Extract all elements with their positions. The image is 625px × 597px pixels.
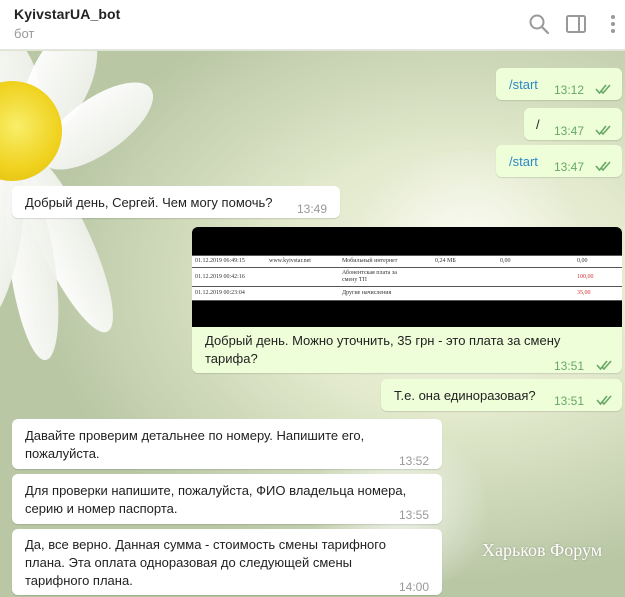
incoming-message[interactable]: Давайте проверим детальнее по номеру. На… [12, 419, 442, 469]
message-text: Добрый день, Сергей. Чем могу помочь? [25, 195, 273, 210]
message-time: 13:55 [399, 508, 430, 522]
message-time: 13:47 [554, 160, 585, 174]
outgoing-message[interactable]: Добрый день. Можно уточнить, 35 грн - эт… [192, 327, 622, 373]
message-time: 13:12 [554, 83, 585, 97]
chat-title[interactable]: KyivstarUA_bot [14, 6, 120, 22]
message-text: тарифа? [205, 351, 258, 366]
message-text[interactable]: /start [509, 76, 538, 94]
message-time: 13:51 [554, 394, 585, 408]
incoming-message[interactable]: Добрый день, Сергей. Чем могу помочь? 13… [12, 186, 340, 218]
message-text: Да, все верно. Данная сумма - стоимость … [25, 537, 386, 552]
statement-image[interactable]: 01.12.2019 06:49:15 www.kyivstar.net Моб… [192, 227, 622, 327]
message-time: 13:49 [297, 202, 328, 216]
statement-row: 01.12.2019 06:49:15 www.kyivstar.net Моб… [192, 255, 622, 267]
message-text: Добрый день. Можно уточнить, 35 грн - эт… [205, 333, 561, 348]
message-text: серию и номер паспорта. [25, 501, 178, 516]
double-check-icon [596, 359, 614, 371]
message-text: Т.е. она единоразовая? [394, 388, 536, 403]
message-text[interactable]: /start [509, 153, 538, 171]
message-text: Для проверки напишите, пожалуйста, ФИО в… [25, 483, 407, 498]
incoming-message[interactable]: Для проверки напишите, пожалуйста, ФИО в… [12, 474, 442, 524]
search-icon[interactable] [527, 12, 551, 36]
message-time: 13:51 [554, 359, 585, 373]
message-text: тарифного плана. [25, 573, 133, 588]
statement-row: 01.12.2019 00:42:16 Абонентская плата за… [192, 267, 622, 286]
double-check-icon [595, 83, 613, 95]
chat-status: бот [14, 26, 35, 41]
double-check-icon [595, 124, 613, 136]
double-check-icon [595, 160, 613, 172]
message-time: 13:52 [399, 454, 430, 468]
statement-table: 01.12.2019 06:49:15 www.kyivstar.net Моб… [192, 255, 622, 301]
outgoing-message[interactable]: /start 13:12 [496, 68, 622, 100]
message-text: плана. Эта оплата одноразовая до следующ… [25, 555, 353, 570]
message-text: пожалуйста. [25, 446, 100, 461]
double-check-icon [596, 394, 614, 406]
message-time: 14:00 [399, 580, 430, 594]
message-text: Давайте проверим детальнее по номеру. На… [25, 428, 365, 443]
message-time: 13:47 [554, 124, 585, 138]
chat-header: KyivstarUA_bot бот [0, 0, 625, 50]
statement-row: 01.12.2019 00:23:04 Другие начисления 35… [192, 286, 622, 301]
more-vertical-icon[interactable] [601, 12, 625, 36]
outgoing-message[interactable]: Т.е. она единоразовая? 13:51 [381, 379, 622, 411]
watermark: Харьков Форум [482, 540, 603, 560]
message-text: / [536, 117, 540, 132]
outgoing-message[interactable]: / 13:47 [524, 108, 622, 140]
outgoing-message[interactable]: /start 13:47 [496, 145, 622, 177]
sidebar-panel-icon[interactable] [564, 12, 588, 36]
incoming-message[interactable]: Да, все верно. Данная сумма - стоимость … [12, 529, 442, 595]
